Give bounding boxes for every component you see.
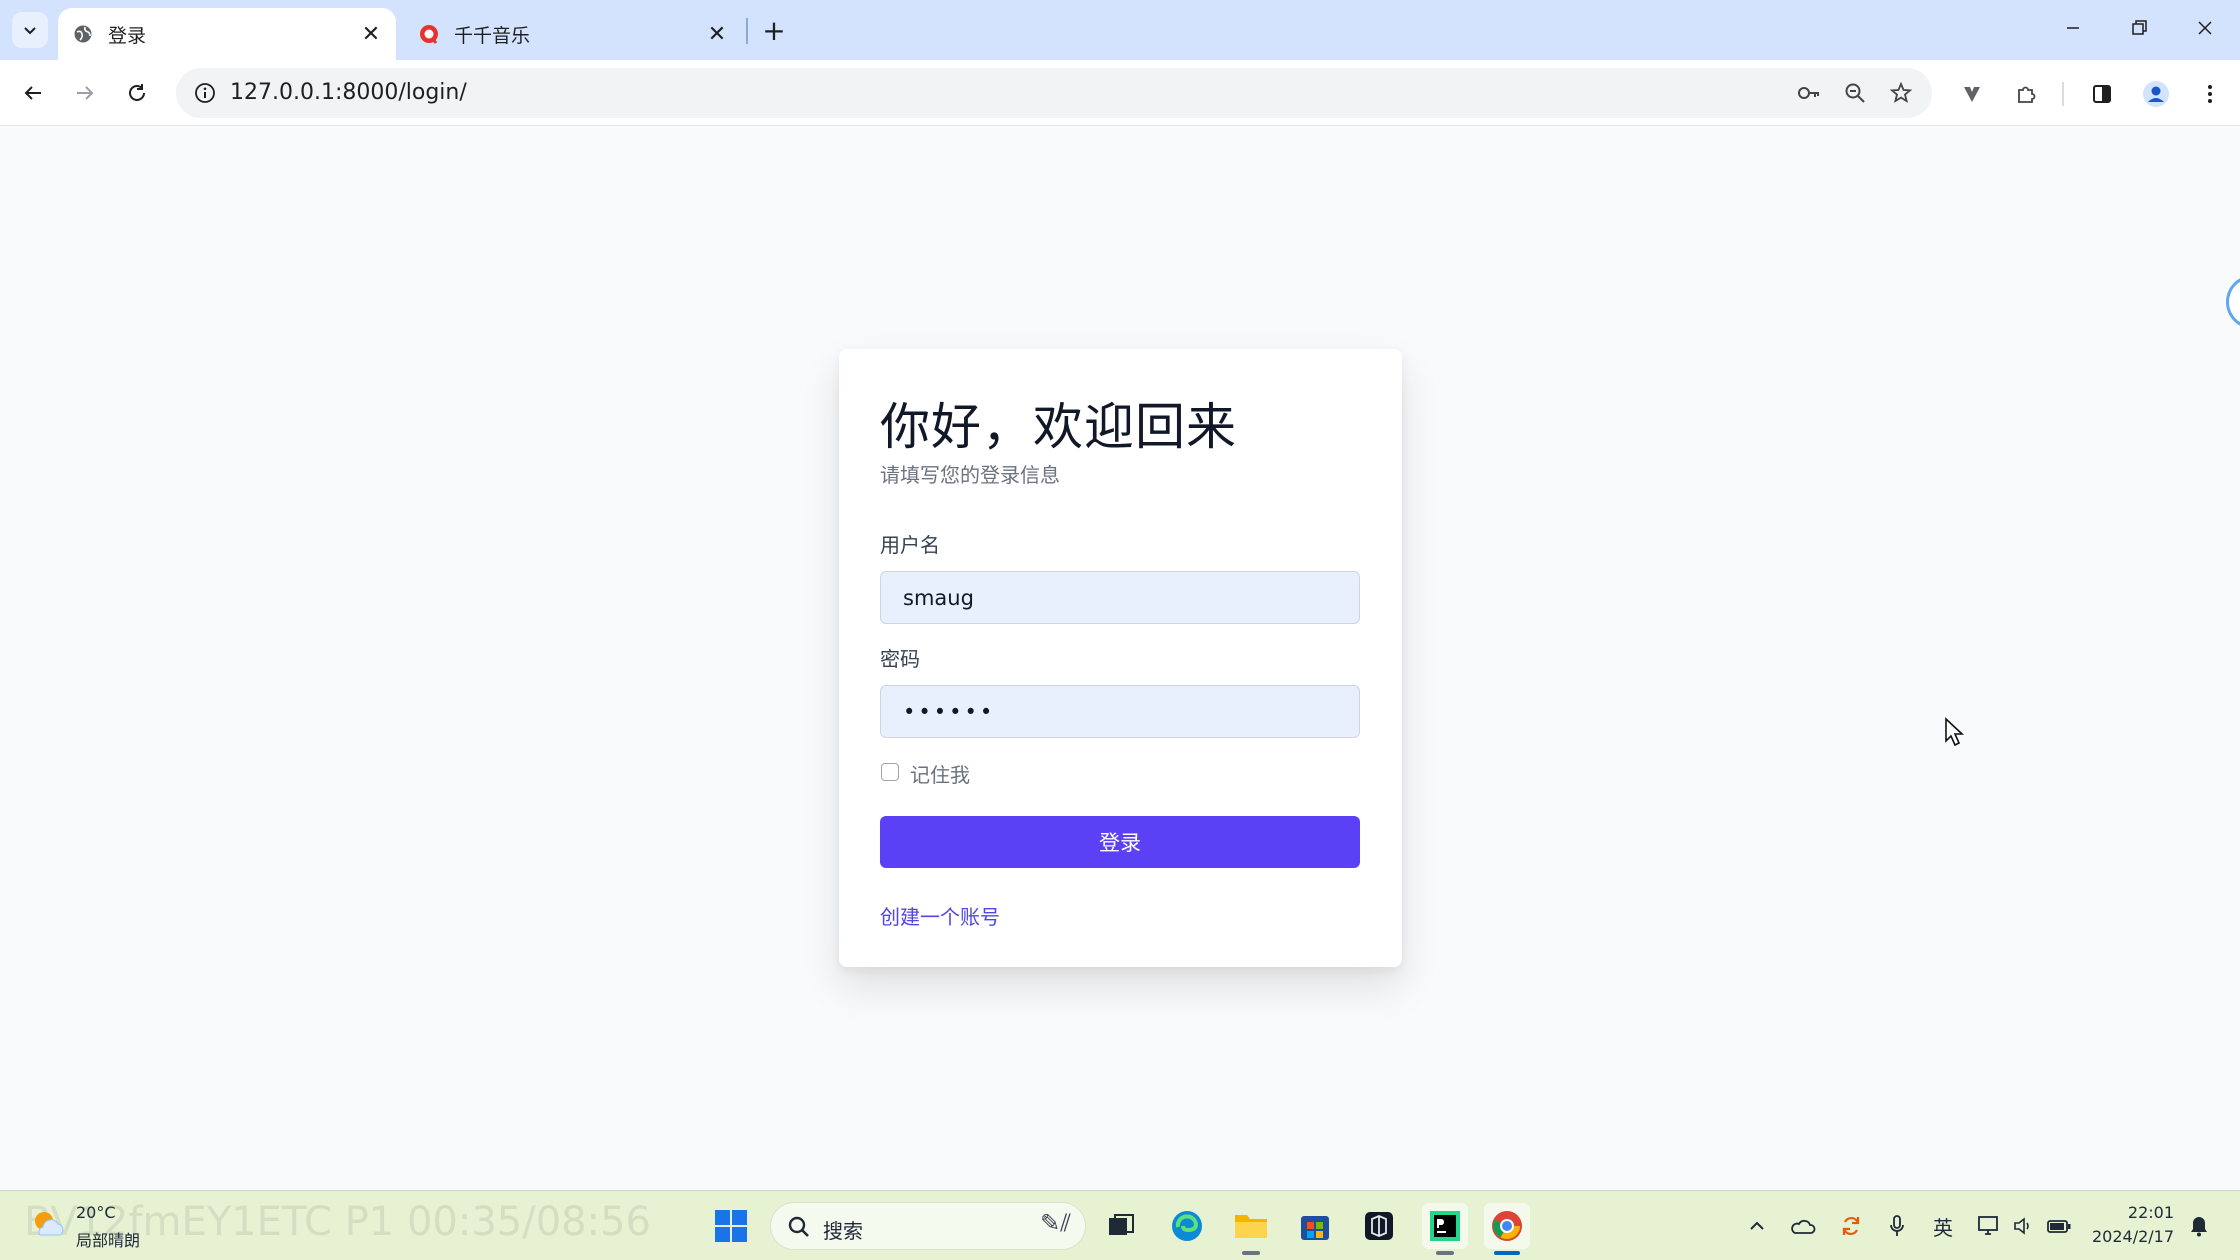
onedrive-tray[interactable] [1786,1209,1820,1243]
sync-tray[interactable] [1834,1209,1868,1243]
forward-button[interactable] [64,72,106,114]
remember-me-checkbox[interactable] [881,763,899,781]
clock-date[interactable]: 2024/2/17 [2092,1227,2174,1246]
reload-button[interactable] [116,72,158,114]
task-view-icon [1109,1214,1134,1235]
close-icon [2198,21,2212,35]
chevron-down-icon [24,27,36,35]
close-window-button[interactable] [2172,0,2238,56]
tab-divider [746,18,748,44]
app-cube-icon [1365,1212,1393,1240]
chevron-up-icon [1750,1221,1764,1230]
clock-time[interactable]: 22:01 [2108,1203,2174,1222]
restore-icon [2132,20,2147,35]
taskbar-search[interactable]: 搜索 ✎⫽ [770,1202,1086,1250]
login-subtitle: 请填写您的登录信息 [880,463,1060,487]
page-title: 你好，欢迎回来 [880,398,1237,456]
network-icon [1978,1216,1998,1235]
profile-avatar-icon[interactable] [2136,74,2176,114]
start-button[interactable] [708,1203,754,1249]
battery-icon [2047,1220,2071,1233]
running-indicator [1436,1251,1454,1255]
chrome-app[interactable] [1484,1203,1530,1255]
weather-partly-sunny-icon[interactable] [28,1205,68,1245]
running-indicator [1242,1251,1260,1255]
reload-icon [129,84,145,101]
edge-browser-app[interactable] [1164,1203,1210,1249]
search-icon [788,1216,809,1237]
cloud-icon [1791,1219,1816,1234]
new-tab-button[interactable]: + [756,12,792,48]
password-label: 密码 [880,647,920,671]
username-input[interactable] [880,571,1360,624]
file-explorer-app[interactable] [1228,1203,1274,1255]
search-placeholder: 搜索 [823,1219,863,1243]
arrow-right-icon [77,86,94,100]
minimize-button[interactable] [2040,0,2106,56]
url-text: 127.0.0.1:8000/login/ [230,80,467,105]
tab-title: 千千音乐 [454,24,531,47]
network-tray[interactable] [1972,1209,2006,1243]
browser-toolbar: 127.0.0.1:8000/login/ [0,60,2240,126]
show-hidden-icons-button[interactable] [1740,1209,1774,1243]
address-bar[interactable]: 127.0.0.1:8000/login/ [176,68,1932,118]
taskbar: BV12fmEY1ETC P1 00:35/08:56 20°C 局部晴朗 搜索… [0,1190,2240,1260]
remember-me-label[interactable]: 记住我 [910,759,970,788]
windows-start-icon [715,1210,747,1242]
extensions-icon[interactable] [2006,74,2046,114]
input-method-indicator[interactable]: 英 [1926,1209,1960,1243]
notion-like-app[interactable] [1356,1203,1402,1249]
zoom-icon[interactable] [1838,76,1872,110]
close-tab-icon[interactable]: ✕ [358,21,384,47]
username-label: 用户名 [880,533,940,557]
arrow-left-icon [24,86,41,100]
sync-icon [1842,1216,1860,1236]
login-card: 你好，欢迎回来 请填写您的登录信息 用户名 密码 记住我 登录 创建一个账号 [839,349,1402,967]
task-view-button[interactable] [1098,1203,1144,1249]
back-button[interactable] [12,72,54,114]
chrome-icon [1492,1211,1522,1241]
password-input[interactable] [880,685,1360,738]
create-account-link[interactable]: 创建一个账号 [880,901,1000,930]
weather-description[interactable]: 局部晴朗 [76,1227,140,1251]
side-panel-icon[interactable] [2082,74,2122,114]
vpn-extension-icon[interactable] [1952,74,1992,114]
tab-title: 登录 [108,24,147,47]
restore-button[interactable] [2106,0,2172,56]
bookmark-star-icon[interactable] [1884,76,1918,110]
tab-qianqian-music[interactable]: 千千音乐 ✕ [404,8,742,60]
site-info-icon[interactable] [186,74,224,112]
page-content: 你好，欢迎回来 请填写您的登录信息 用户名 密码 记住我 登录 创建一个账号 [0,127,2240,1190]
browser-menu-icon[interactable] [2190,74,2230,114]
microsoft-store-app[interactable] [1292,1203,1338,1249]
mouse-cursor-icon [1945,717,1965,747]
globe-icon [72,23,94,45]
active-indicator [1494,1251,1520,1255]
toolbar-divider [2062,82,2064,106]
pycharm-app[interactable] [1422,1203,1468,1255]
tab-search-button[interactable] [12,12,48,48]
store-icon [1301,1216,1329,1240]
search-highlight-art-icon: ✎⫽ [1040,1209,1071,1237]
battery-tray[interactable] [2042,1209,2076,1243]
tab-login[interactable]: 登录 ✕ [58,8,396,60]
close-tab-icon[interactable]: ✕ [704,21,730,47]
bell-icon [2191,1217,2207,1237]
password-key-icon[interactable] [1792,76,1826,110]
floating-side-widget[interactable] [2226,275,2240,329]
folder-icon [1235,1215,1267,1238]
notification-bell[interactable] [2182,1209,2216,1243]
tab-strip: 登录 ✕ 千千音乐 ✕ + [0,0,2240,60]
edge-icon [1172,1211,1202,1241]
speaker-icon [2014,1217,2029,1235]
login-button[interactable]: 登录 [880,816,1360,868]
minimize-icon [2067,27,2079,29]
volume-tray[interactable] [2006,1209,2040,1243]
microphone-icon [1890,1215,1904,1236]
qianqian-music-icon [418,23,440,45]
microphone-tray[interactable] [1880,1209,1914,1243]
weather-temperature[interactable]: 20°C [76,1203,116,1222]
pycharm-icon [1430,1211,1460,1241]
